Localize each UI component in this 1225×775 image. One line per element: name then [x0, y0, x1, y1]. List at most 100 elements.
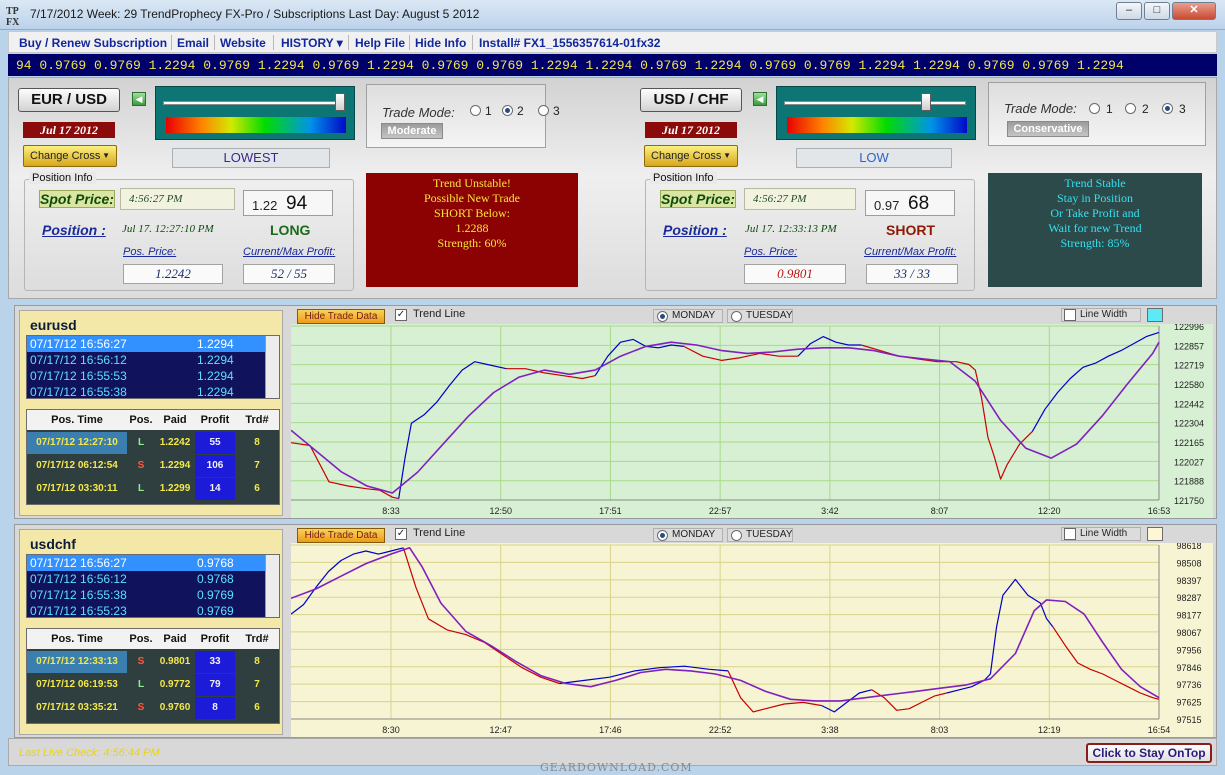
- y-tick-label: 97515: [1176, 715, 1201, 725]
- paid-cell: 0.9760: [155, 697, 195, 719]
- change-cross-button[interactable]: Change Cross ▼: [23, 145, 117, 167]
- list-item[interactable]: 07/17/12 16:56:12 0.9768: [27, 571, 265, 587]
- trade-mode-panel: Trade Mode: 1 2 3 Conservative: [988, 82, 1206, 146]
- hide-trade-data-button[interactable]: Hide Trade Data: [297, 309, 385, 324]
- profit-value: 52 / 55: [243, 264, 335, 284]
- trend-line-label: Trend Line: [413, 527, 466, 539]
- line-width-checkbox[interactable]: Line Width: [1061, 527, 1141, 541]
- list-scrollbar[interactable]: [265, 555, 279, 617]
- trade-mode-option: 3: [1179, 102, 1186, 116]
- position-link[interactable]: Position :: [663, 222, 727, 238]
- minimize-button[interactable]: –: [1116, 2, 1142, 20]
- menu-hide-info[interactable]: Hide Info: [415, 36, 466, 50]
- signal-message: Trend Stable Stay in Position Or Take Pr…: [988, 173, 1202, 287]
- line-width-checkbox[interactable]: Line Width: [1061, 308, 1141, 322]
- maximize-button[interactable]: □: [1144, 2, 1170, 20]
- pair-button-eurusd[interactable]: EUR / USD: [18, 88, 120, 112]
- menu-help-file[interactable]: Help File: [355, 36, 405, 50]
- tick-list[interactable]: 07/17/12 16:56:27 1.2294 07/17/12 16:56:1…: [26, 335, 280, 399]
- pos-price-label: Pos. Price:: [744, 246, 798, 258]
- strength-slider-panel: [155, 86, 355, 140]
- message-line: Trend Stable: [1064, 176, 1126, 190]
- tuesday-radio[interactable]: TUESDAY: [727, 309, 793, 323]
- menu-buy-renew[interactable]: Buy / Renew Subscription: [19, 36, 167, 50]
- trade-mode-radio-1[interactable]: [470, 105, 481, 116]
- trade-mode-radio-2[interactable]: [1125, 103, 1136, 114]
- trade-num-cell: 7: [235, 455, 279, 477]
- window-title: 7/17/2012 Week: 29 TrendProphecy FX-Pro …: [30, 7, 480, 21]
- slider-thumb[interactable]: [921, 93, 932, 111]
- list-item[interactable]: 07/17/12 16:55:53 1.2294: [27, 368, 265, 384]
- x-tick-label: 8:33: [382, 506, 400, 516]
- list-item[interactable]: 07/17/12 16:55:38 1.2294: [27, 384, 265, 400]
- y-tick-label: 98618: [1176, 543, 1201, 551]
- line-color-swatch[interactable]: [1147, 308, 1163, 322]
- x-tick-label: 22:57: [709, 506, 732, 516]
- y-tick-label: 122719: [1174, 361, 1204, 371]
- trade-mode-radio-3[interactable]: [1162, 103, 1173, 114]
- list-item[interactable]: 07/17/12 16:55:38 0.9769: [27, 587, 265, 603]
- list-scrollbar[interactable]: [265, 336, 279, 398]
- message-line: 1.2288: [455, 221, 489, 235]
- y-tick-label: 97736: [1176, 680, 1201, 690]
- list-item[interactable]: 07/17/12 16:55:23 0.9769: [27, 603, 265, 619]
- stay-on-top-button[interactable]: Click to Stay OnTop: [1086, 743, 1212, 763]
- trade-mode-name[interactable]: Conservative: [1007, 121, 1089, 137]
- spot-price-box: 0.97 68: [865, 190, 955, 216]
- pair-title: usdchf: [30, 536, 76, 552]
- trade-mode-radio-3[interactable]: [538, 105, 549, 116]
- y-tick-label: 98177: [1176, 611, 1201, 621]
- pos-dir-cell: L: [127, 478, 155, 500]
- message-line: Possible New Trade: [423, 191, 520, 205]
- menu-website[interactable]: Website: [220, 36, 266, 50]
- monday-radio[interactable]: MONDAY: [653, 309, 723, 323]
- trade-mode-radio-2[interactable]: [502, 105, 513, 116]
- menu-email[interactable]: Email: [177, 36, 209, 50]
- trend-line-checkbox[interactable]: ✓: [395, 528, 407, 540]
- price-big: 94: [286, 193, 308, 214]
- positions-table: Pos. Time Pos. Paid Profit Trd# 07/17/12…: [26, 628, 280, 724]
- hide-trade-data-button[interactable]: Hide Trade Data: [297, 528, 385, 543]
- menu-history[interactable]: HISTORY ▾: [281, 36, 343, 50]
- watermark: GEARDOWNLOAD.COM: [540, 761, 693, 774]
- position-time: Jul 17. 12:27:10 PM: [122, 223, 214, 235]
- list-item[interactable]: 07/17/12 16:56:27 0.9768: [27, 555, 265, 571]
- pos-price-label: Pos. Price:: [123, 246, 177, 258]
- pos-dir-cell: S: [127, 697, 155, 719]
- trade-num-cell: 8: [235, 651, 279, 673]
- paid-cell: 1.2242: [155, 432, 195, 454]
- price-chart[interactable]: 122996 122857 122719 122580 122442 122304 1221…: [291, 324, 1213, 518]
- pos-time-cell: 07/17/12 03:35:21: [27, 697, 127, 719]
- list-item[interactable]: 07/17/12 16:56:27 1.2294: [27, 336, 265, 352]
- slider-track[interactable]: [163, 101, 345, 105]
- trade-mode-option: 3: [553, 104, 560, 118]
- trade-mode-name[interactable]: Moderate: [381, 123, 443, 139]
- list-item[interactable]: 07/17/12 16:56:12 1.2294: [27, 352, 265, 368]
- price-small: 1.22: [252, 198, 278, 213]
- slider-track[interactable]: [784, 101, 966, 105]
- pair-button-usdchf[interactable]: USD / CHF: [640, 88, 742, 112]
- trade-mode-option: 2: [517, 104, 524, 118]
- trade-mode-option: 2: [1142, 102, 1149, 116]
- change-cross-button[interactable]: Change Cross ▼: [644, 145, 738, 167]
- trade-mode-radio-1[interactable]: [1089, 103, 1100, 114]
- y-tick-label: 121888: [1174, 477, 1204, 487]
- message-line: Stay in Position: [1056, 191, 1133, 205]
- monday-radio[interactable]: MONDAY: [653, 528, 723, 542]
- chart-panel-eurusd: eurusd 07/17/12 16:56:27 1.2294 07/17/12 …: [14, 305, 1217, 519]
- arrow-left-icon[interactable]: ◀: [132, 92, 146, 106]
- tick-list[interactable]: 07/17/12 16:56:27 0.9768 07/17/12 16:56:1…: [26, 554, 280, 618]
- pos-price-value: 1.2242: [123, 264, 223, 284]
- x-tick-label: 12:19: [1038, 725, 1061, 735]
- last-live-check: Last Live Check: 4:56:44 PM: [19, 747, 160, 759]
- position-link[interactable]: Position :: [42, 222, 106, 238]
- slider-thumb[interactable]: [335, 93, 346, 111]
- tuesday-radio[interactable]: TUESDAY: [727, 528, 793, 542]
- close-button[interactable]: ✕: [1172, 2, 1216, 20]
- message-line: Or Take Profit and: [1050, 206, 1140, 220]
- price-chart[interactable]: 98618 98508 98397 98287 98177 98067 97956 97846…: [291, 543, 1213, 737]
- strength-slider-panel: [776, 86, 976, 140]
- trend-line-checkbox[interactable]: ✓: [395, 309, 407, 321]
- line-color-swatch[interactable]: [1147, 527, 1163, 541]
- arrow-left-icon[interactable]: ◀: [753, 92, 767, 106]
